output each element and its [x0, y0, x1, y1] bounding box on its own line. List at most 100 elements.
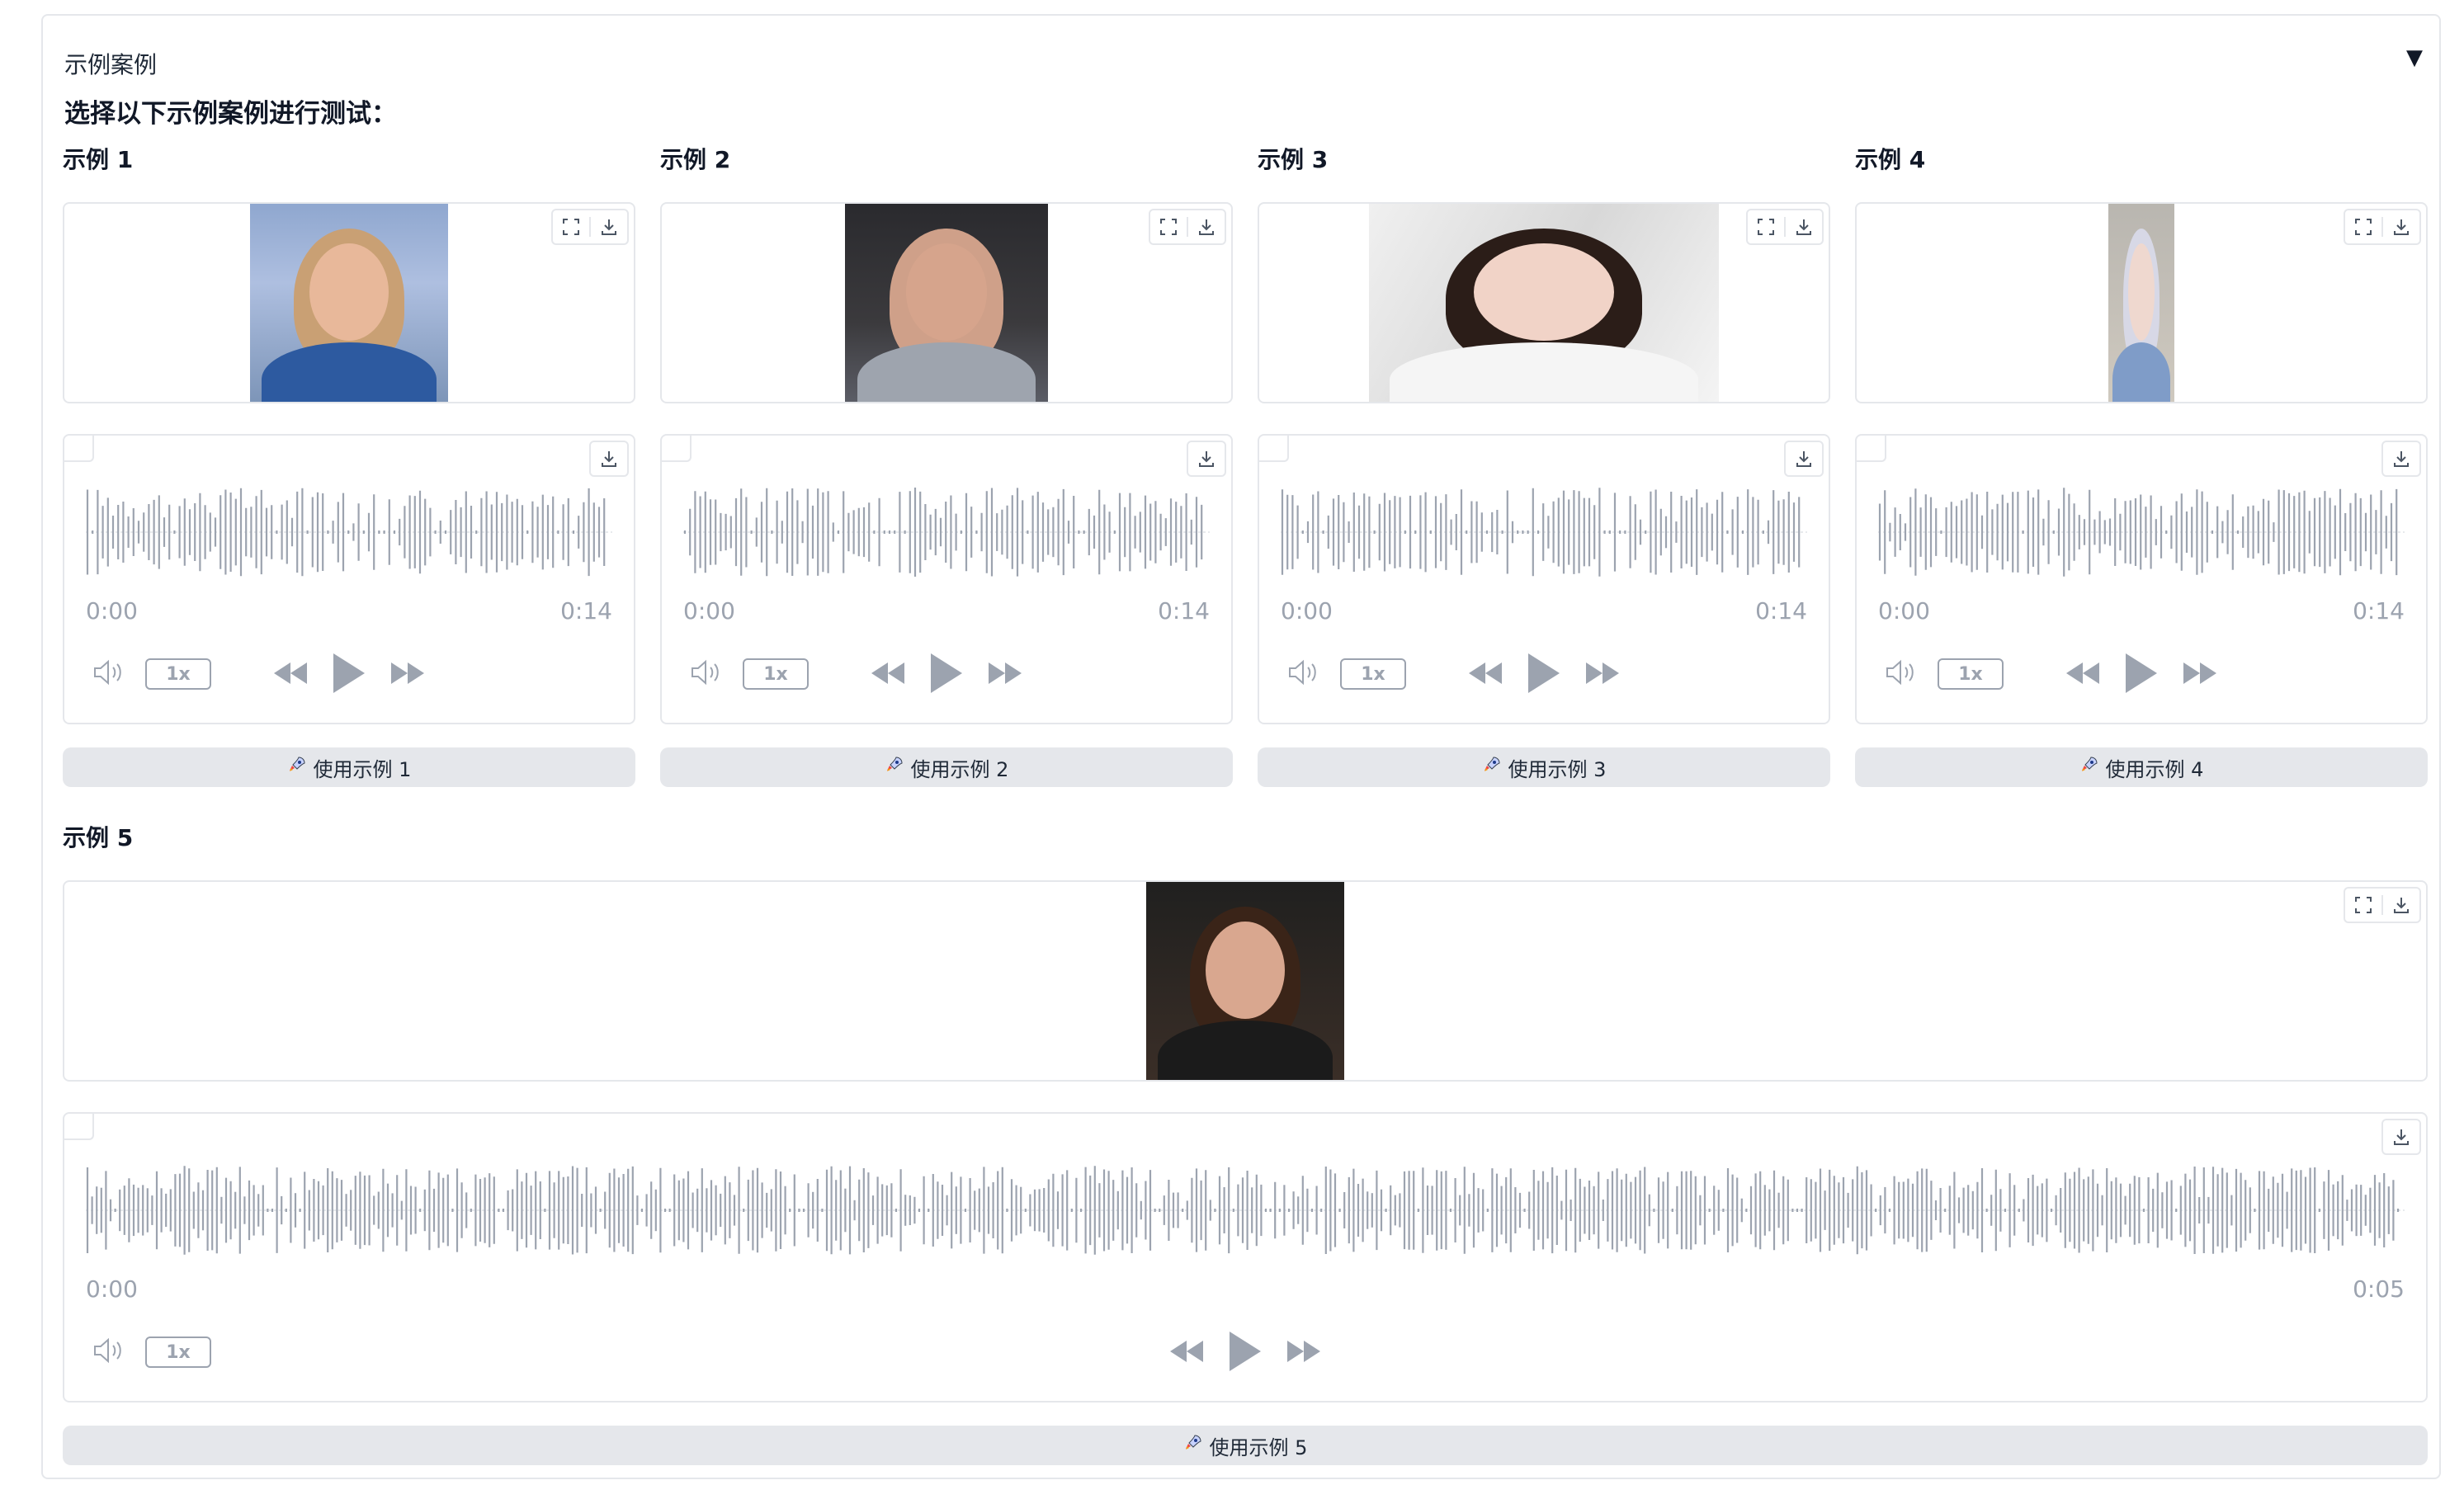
playback-speed-button[interactable]: 1x	[145, 1336, 211, 1368]
duration-time: 0:14	[1755, 597, 1807, 625]
fullscreen-icon[interactable]	[553, 210, 589, 243]
rewind-icon[interactable]	[870, 661, 906, 689]
fullscreen-icon[interactable]	[1748, 210, 1784, 243]
audio-player: 0:00 0:14 1x	[1855, 434, 2428, 724]
volume-icon[interactable]	[690, 658, 723, 690]
playback-speed-button[interactable]: 1x	[145, 658, 211, 690]
fast-forward-icon[interactable]	[1286, 1339, 1322, 1367]
duration-time: 0:14	[2353, 597, 2405, 625]
rocket-icon	[287, 755, 307, 780]
download-icon[interactable]	[1188, 210, 1225, 243]
use-example-button[interactable]: 使用示例 2	[660, 747, 1233, 787]
video-thumbnail[interactable]	[845, 204, 1048, 402]
rocket-icon	[1482, 755, 1502, 780]
playback-controls: 1x	[662, 648, 1231, 701]
audio-toolbar	[2381, 1119, 2421, 1155]
use-example-button[interactable]: 使用示例 4	[1855, 747, 2428, 787]
current-time: 0:00	[86, 1275, 138, 1303]
video-preview[interactable]	[660, 202, 1233, 403]
video-preview[interactable]	[63, 880, 2428, 1082]
video-preview[interactable]	[1258, 202, 1830, 403]
media-toolbar	[1746, 209, 1824, 245]
playback-controls: 1x	[64, 1327, 2426, 1379]
audio-waveform[interactable]	[86, 1165, 2405, 1256]
rocket-icon	[885, 755, 904, 780]
thumbnail-shoulders	[1158, 1021, 1333, 1080]
rocket-icon	[1183, 1433, 1203, 1458]
audio-label-tab	[64, 1114, 94, 1140]
play-icon[interactable]	[929, 652, 964, 698]
use-example-label: 使用示例 4	[2105, 757, 2204, 781]
playback-controls: 1x	[1259, 648, 1829, 701]
volume-icon[interactable]	[1287, 658, 1320, 690]
fast-forward-icon[interactable]	[987, 661, 1023, 689]
audio-label-tab	[1857, 436, 1886, 462]
fullscreen-icon[interactable]	[2345, 889, 2381, 922]
playback-speed-button[interactable]: 1x	[1340, 658, 1406, 690]
video-thumbnail[interactable]	[2108, 204, 2174, 402]
rewind-icon[interactable]	[2065, 661, 2101, 689]
transport-controls	[272, 648, 426, 701]
use-example-button[interactable]: 使用示例 3	[1258, 747, 1830, 787]
download-icon[interactable]	[1188, 442, 1225, 475]
audio-waveform[interactable]	[1281, 487, 1807, 578]
fast-forward-icon[interactable]	[2182, 661, 2218, 689]
example-title: 示例 4	[1855, 146, 1926, 173]
video-thumbnail[interactable]	[1369, 204, 1719, 402]
fullscreen-icon[interactable]	[2345, 210, 2381, 243]
instruction-heading: 选择以下示例案例进行测试：	[64, 99, 397, 129]
audio-waveform[interactable]	[1878, 487, 2405, 578]
use-example-button[interactable]: 使用示例 5	[63, 1426, 2428, 1465]
download-icon[interactable]	[1786, 210, 1822, 243]
audio-player: 0:00 0:14 1x	[660, 434, 1233, 724]
current-time: 0:00	[1281, 597, 1333, 625]
use-example-label: 使用示例 1	[313, 757, 412, 781]
download-icon[interactable]	[2383, 889, 2419, 922]
audio-toolbar	[2381, 441, 2421, 477]
audio-player: 0:00 0:14 1x	[1258, 434, 1830, 724]
thumbnail-face	[309, 243, 389, 341]
rewind-icon[interactable]	[1467, 661, 1503, 689]
download-icon[interactable]	[591, 442, 627, 475]
download-icon[interactable]	[591, 210, 627, 243]
thumbnail-face	[1474, 243, 1614, 341]
audio-player: 0:00 0:14 1x	[63, 434, 635, 724]
media-toolbar	[2344, 887, 2421, 923]
video-thumbnail[interactable]	[250, 204, 448, 402]
use-example-label: 使用示例 3	[1508, 757, 1607, 781]
playback-speed-button[interactable]: 1x	[743, 658, 809, 690]
download-icon[interactable]	[2383, 210, 2419, 243]
fast-forward-icon[interactable]	[1584, 661, 1621, 689]
audio-label-tab	[64, 436, 94, 462]
use-example-label: 使用示例 5	[1209, 1436, 1308, 1459]
rewind-icon[interactable]	[272, 661, 309, 689]
use-example-button[interactable]: 使用示例 1	[63, 747, 635, 787]
duration-time: 0:14	[1158, 597, 1210, 625]
rewind-icon[interactable]	[1168, 1339, 1205, 1367]
play-icon[interactable]	[2124, 652, 2159, 698]
volume-icon[interactable]	[1885, 658, 1918, 690]
download-icon[interactable]	[2383, 442, 2419, 475]
audio-waveform[interactable]	[86, 487, 612, 578]
playback-controls: 1x	[1857, 648, 2426, 701]
video-preview[interactable]	[63, 202, 635, 403]
video-thumbnail[interactable]	[1146, 882, 1344, 1080]
volume-icon[interactable]	[92, 1336, 125, 1368]
example-5: 示例 5 0:00 0:05 1x 使用示例 5	[63, 820, 2428, 1480]
audio-waveform[interactable]	[683, 487, 1210, 578]
example-3: 示例 3 0:00 0:14 1x 使用示例 3	[1258, 142, 1830, 802]
rocket-icon	[2079, 755, 2099, 780]
fullscreen-icon[interactable]	[1150, 210, 1187, 243]
download-icon[interactable]	[2383, 1120, 2419, 1153]
fast-forward-icon[interactable]	[389, 661, 426, 689]
play-icon[interactable]	[332, 652, 366, 698]
download-icon[interactable]	[1786, 442, 1822, 475]
play-icon[interactable]	[1527, 652, 1561, 698]
playback-speed-button[interactable]: 1x	[1938, 658, 2004, 690]
video-preview[interactable]	[1855, 202, 2428, 403]
accordion-collapse-icon[interactable]: ▼	[2406, 47, 2423, 68]
accordion-title[interactable]: 示例案例	[64, 47, 157, 80]
play-icon[interactable]	[1228, 1330, 1263, 1376]
thumbnail-shoulders	[857, 342, 1036, 402]
volume-icon[interactable]	[92, 658, 125, 690]
